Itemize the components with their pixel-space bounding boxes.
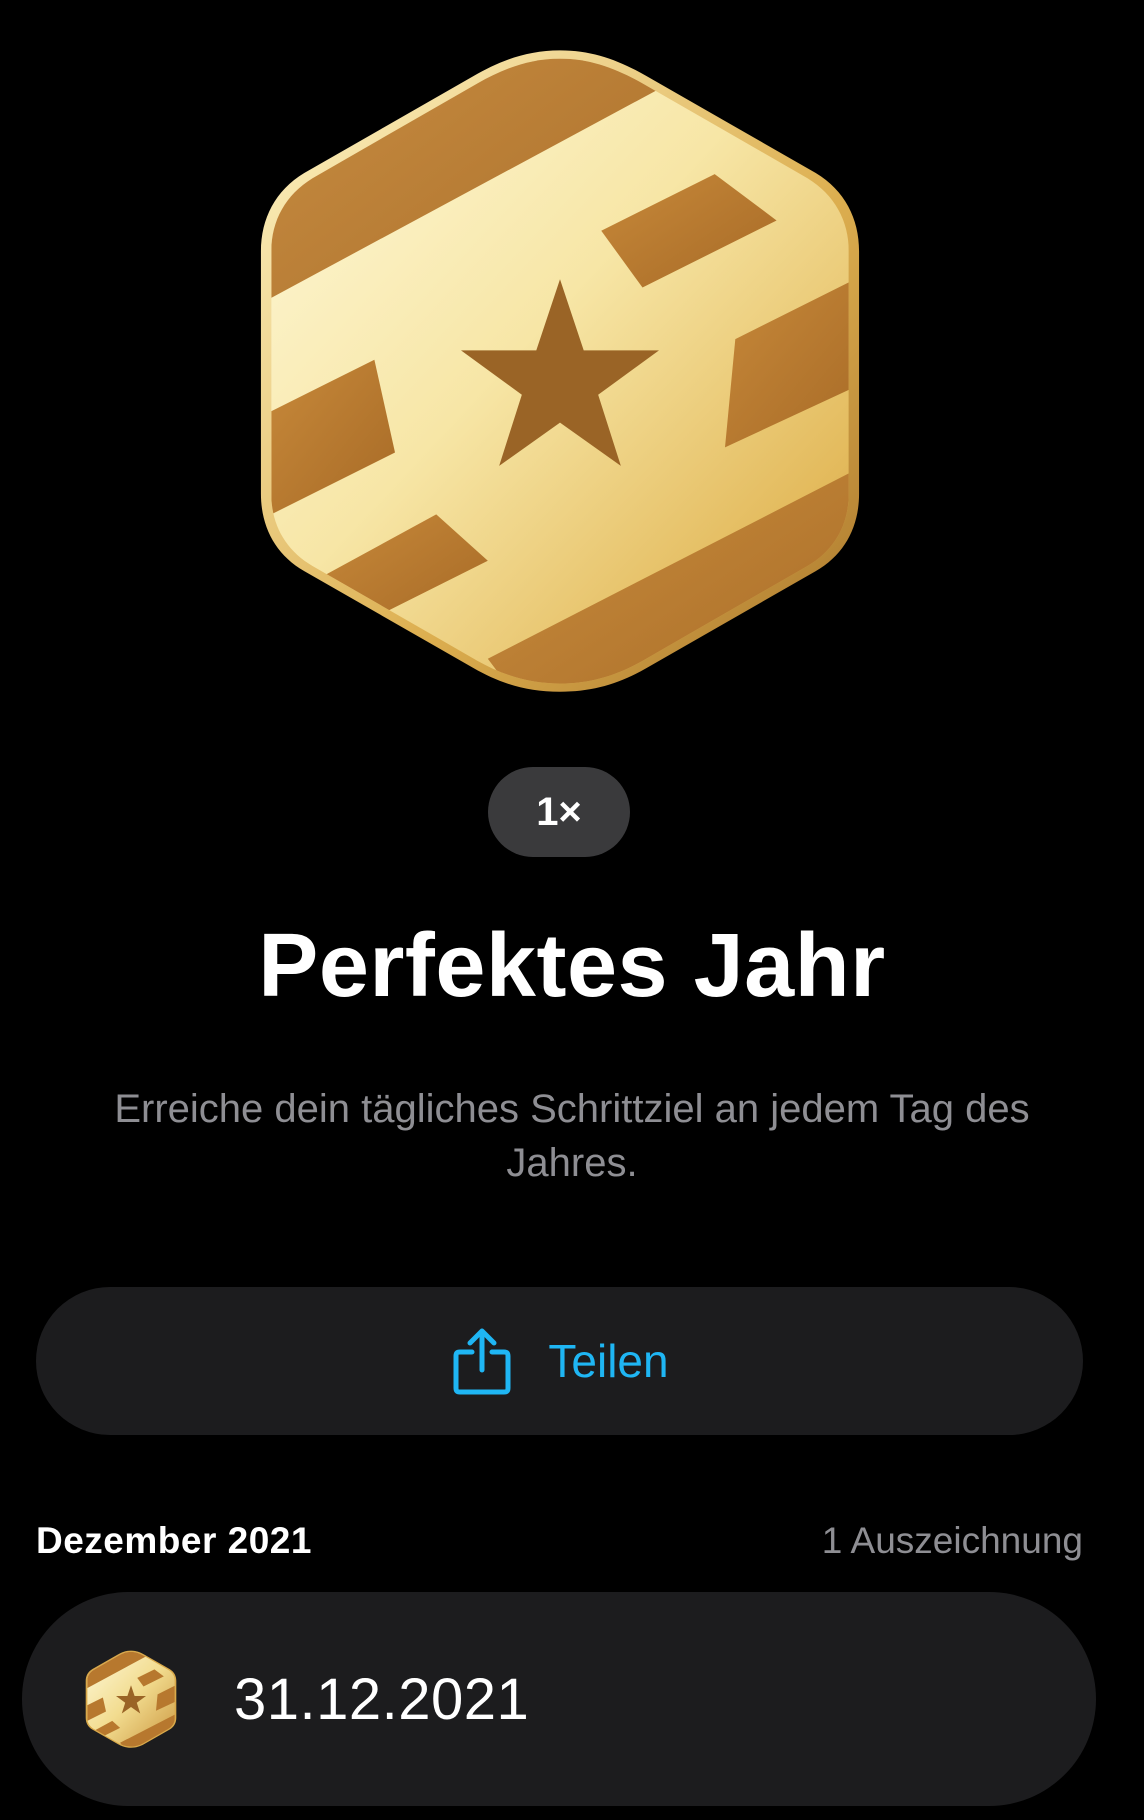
award-description: Erreiche dein tägliches Schrittziel an j… [114,1087,1030,1185]
list-item[interactable]: 31.12.2021 [22,1592,1096,1806]
page-title: Perfektes Jahr [258,916,886,1016]
share-icon [453,1328,511,1395]
award-count-badge: 1× [488,767,630,857]
share-button[interactable]: Teilen [36,1287,1083,1435]
section-title: Dezember 2021 [36,1520,312,1561]
section-header: Dezember 2021 1 Auszeichnung [36,1520,1083,1562]
award-date: 31.12.2021 [234,1666,530,1732]
award-thumbnail [84,1649,178,1749]
award-badge [250,40,870,700]
share-button-label: Teilen [548,1335,669,1387]
perfect-year-badge-icon [260,50,860,692]
section-count: 1 Auszeichnung [821,1520,1083,1561]
award-count-label: 1× [536,789,582,834]
perfect-year-badge-icon [85,1650,177,1748]
